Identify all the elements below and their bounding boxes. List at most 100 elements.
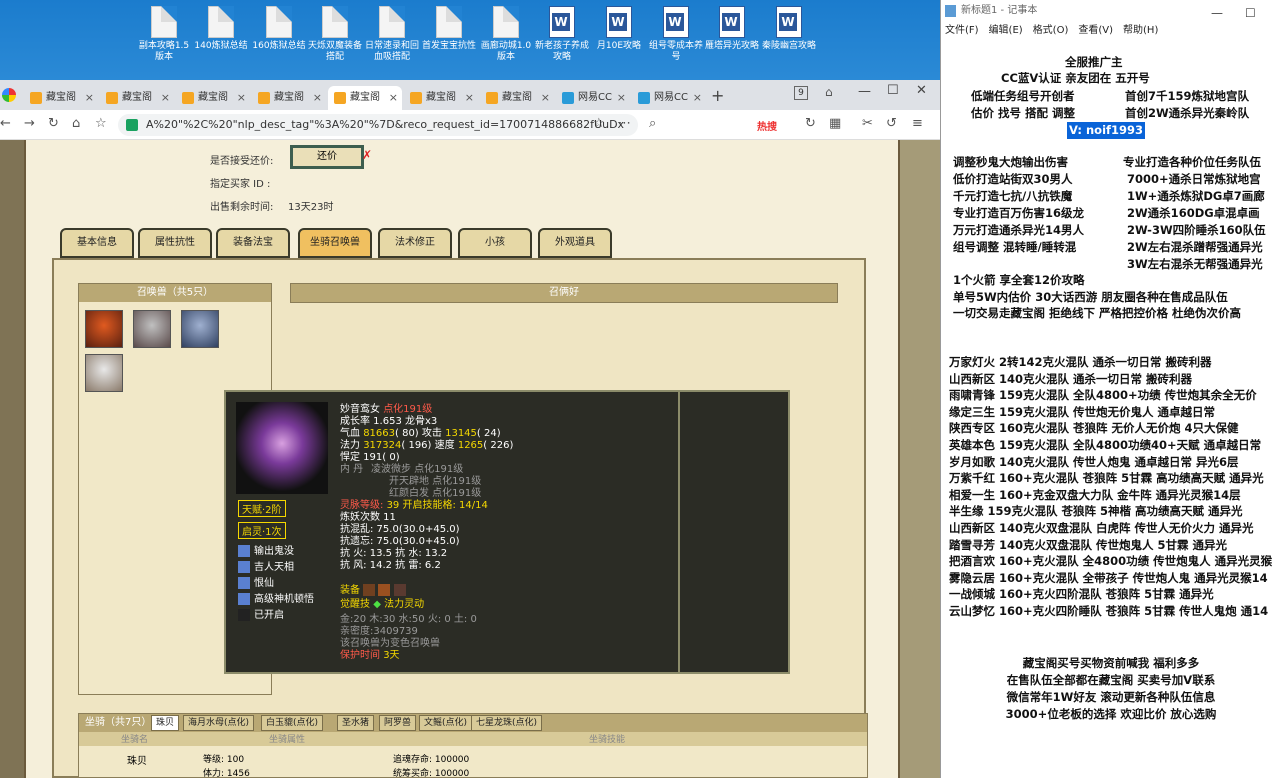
bookmark-star-icon[interactable]: ☆: [593, 116, 605, 131]
pet-thumb-2[interactable]: [133, 310, 171, 348]
skill-icon: [238, 561, 250, 573]
pet-thumb-3[interactable]: [181, 310, 219, 348]
grid-icon[interactable]: ▦: [829, 116, 841, 131]
desktop-icon[interactable]: W 秦陵幽宫攻略: [760, 6, 818, 52]
url-field[interactable]: A%20"%2C%20"nlp_desc_tag"%3A%20"%7D&reco…: [118, 114, 638, 136]
menu-icon[interactable]: ≡: [912, 116, 923, 131]
tab-close-icon[interactable]: ×: [313, 86, 322, 110]
browser-tab[interactable]: 藏宝阁 ×: [24, 86, 98, 110]
sync-icon[interactable]: ↻: [805, 116, 816, 131]
close-button[interactable]: ✕: [916, 83, 927, 98]
pet-skill[interactable]: 已开启: [238, 606, 284, 621]
tab-close-icon[interactable]: ×: [541, 86, 550, 110]
mount-tab[interactable]: 珠贝: [151, 715, 180, 731]
game-tab[interactable]: 外观道具: [538, 228, 612, 258]
browser-tab[interactable]: 网易CC ×: [556, 86, 630, 110]
mount-tab[interactable]: 文鳐(点化): [419, 715, 473, 731]
desktop-icon[interactable]: W 新老孩子养成攻略: [533, 6, 591, 63]
tab-close-icon[interactable]: ×: [237, 86, 246, 110]
game-tab[interactable]: 装备法宝: [216, 228, 290, 258]
text-file-icon: [379, 6, 405, 38]
skill-icon: [238, 545, 250, 557]
mount-tab[interactable]: 白玉貔(点化): [261, 715, 324, 731]
desktop-icon[interactable]: 副本攻略1.5版本: [135, 6, 193, 63]
browser-tab[interactable]: 藏宝阁 ×: [480, 86, 554, 110]
desktop-icon[interactable]: 160炼狱总结: [250, 6, 308, 52]
mount-tab[interactable]: 圣水猪: [337, 715, 375, 731]
notepad-menu-item[interactable]: 格式(O): [1033, 25, 1069, 36]
np-team-line: 万紫千红 160+克火混队 苍狼阵 5甘霖 高功绩高天赋 通异光: [949, 471, 1264, 486]
browser-tab[interactable]: 藏宝阁 ×: [176, 86, 250, 110]
pet-skill[interactable]: 输出鬼没: [238, 542, 294, 557]
search-icon[interactable]: ⌕: [649, 116, 656, 131]
atk-value: 13145: [445, 428, 477, 439]
home-icon[interactable]: ⌂: [72, 116, 80, 131]
desktop-icon[interactable]: 日常速录和回血吸搭配: [363, 6, 421, 63]
skill-icon: [238, 609, 250, 621]
game-tab[interactable]: 法术修正: [378, 228, 452, 258]
tab-close-icon[interactable]: ×: [161, 86, 170, 110]
equip-slot-2[interactable]: [378, 584, 391, 596]
notepad-menu-item[interactable]: 编辑(E): [989, 25, 1023, 36]
close-x-icon[interactable]: ✗: [362, 148, 372, 162]
notepad-menu-item[interactable]: 帮助(H): [1123, 25, 1158, 36]
awaken-label: 觉醒技: [340, 599, 370, 610]
soul-line: 灵脉等级: 39 开启技能格: 14/14: [340, 500, 488, 512]
resist-seal: 抗混乱: 75.0(30.0+45.0): [340, 524, 460, 535]
pet-thumb-4[interactable]: [85, 354, 123, 392]
equip-slot-1[interactable]: [363, 584, 376, 596]
favorites-icon[interactable]: ☆: [95, 116, 107, 131]
game-tab[interactable]: 坐骑召唤兽: [298, 228, 372, 258]
forward-icon[interactable]: →: [24, 116, 35, 131]
game-tab[interactable]: 小孩: [458, 228, 532, 258]
tab-close-icon[interactable]: ×: [389, 86, 398, 110]
browser-tab[interactable]: 藏宝阁 ×: [328, 86, 402, 110]
pet-thumb-1[interactable]: [85, 310, 123, 348]
url-text: A%20"%2C%20"nlp_desc_tag"%3A%20"%7D&reco…: [146, 118, 625, 131]
maximize-button[interactable]: ☐: [887, 83, 899, 98]
more-menu-icon[interactable]: ⋯: [618, 116, 631, 131]
mount-tab[interactable]: 海月水母(点化): [183, 715, 255, 731]
equip-slot-3[interactable]: [393, 584, 406, 596]
notepad-menu-item[interactable]: 查看(V): [1078, 25, 1113, 36]
tab-close-icon[interactable]: ×: [617, 86, 626, 110]
desktop-icon[interactable]: W 月10E攻略: [590, 6, 648, 52]
tab-close-icon[interactable]: ×: [693, 86, 702, 110]
np-minimize-button[interactable]: —: [1211, 2, 1223, 24]
pet-skill[interactable]: 高级神机顿悟: [238, 590, 314, 605]
minimize-button[interactable]: —: [858, 84, 871, 99]
browser-tab[interactable]: 藏宝阁 ×: [252, 86, 326, 110]
desktop-icon[interactable]: 首发宝宝抗性: [420, 6, 478, 52]
tab-close-icon[interactable]: ×: [85, 86, 94, 110]
new-tab-button[interactable]: +: [711, 86, 724, 105]
browser-logo-icon[interactable]: [2, 88, 16, 102]
game-tab[interactable]: 属性抗性: [138, 228, 212, 258]
mount-tab[interactable]: 七星龙珠(点化): [471, 715, 543, 731]
np-contact: V: noif1993: [1067, 122, 1146, 139]
browser-tab[interactable]: 网易CC ×: [632, 86, 706, 110]
tab-close-icon[interactable]: ×: [465, 86, 474, 110]
scissors-icon[interactable]: ✂: [862, 116, 873, 131]
np-maximize-button[interactable]: ☐: [1245, 2, 1256, 24]
undo-icon[interactable]: ↺: [886, 116, 897, 131]
browser-tab[interactable]: 藏宝阁 ×: [404, 86, 478, 110]
desktop-icon[interactable]: 天烁双魔装备搭配: [306, 6, 364, 63]
pet-skill[interactable]: 吉人天相: [238, 558, 294, 573]
reload-icon[interactable]: ↻: [48, 116, 59, 131]
hot-search-label[interactable]: 热搜: [757, 118, 777, 133]
pet-growth: 成长率 1.653 龙骨x3: [340, 416, 438, 427]
remaining-time-label: 出售剩余时间:: [210, 202, 274, 213]
pet-skill[interactable]: 恨仙: [238, 574, 274, 589]
browser-tab[interactable]: 藏宝阁 ×: [100, 86, 174, 110]
desktop-icon[interactable]: 画廊动城1.0版本: [477, 6, 535, 63]
tab-count-badge[interactable]: 9: [794, 86, 808, 100]
mount-tab[interactable]: 阿罗兽: [379, 715, 417, 731]
game-tab[interactable]: 基本信息: [60, 228, 134, 258]
desktop-icon[interactable]: W 雁塔异光攻略: [703, 6, 761, 52]
back-icon[interactable]: ←: [0, 116, 11, 131]
desktop-icon[interactable]: 140炼狱总结: [192, 6, 250, 52]
offer-button[interactable]: 还价: [290, 145, 364, 169]
shirt-icon[interactable]: ⌂: [825, 85, 833, 99]
desktop-icon[interactable]: W 组号零成本养号: [647, 6, 705, 63]
notepad-menu-item[interactable]: 文件(F): [945, 25, 979, 36]
